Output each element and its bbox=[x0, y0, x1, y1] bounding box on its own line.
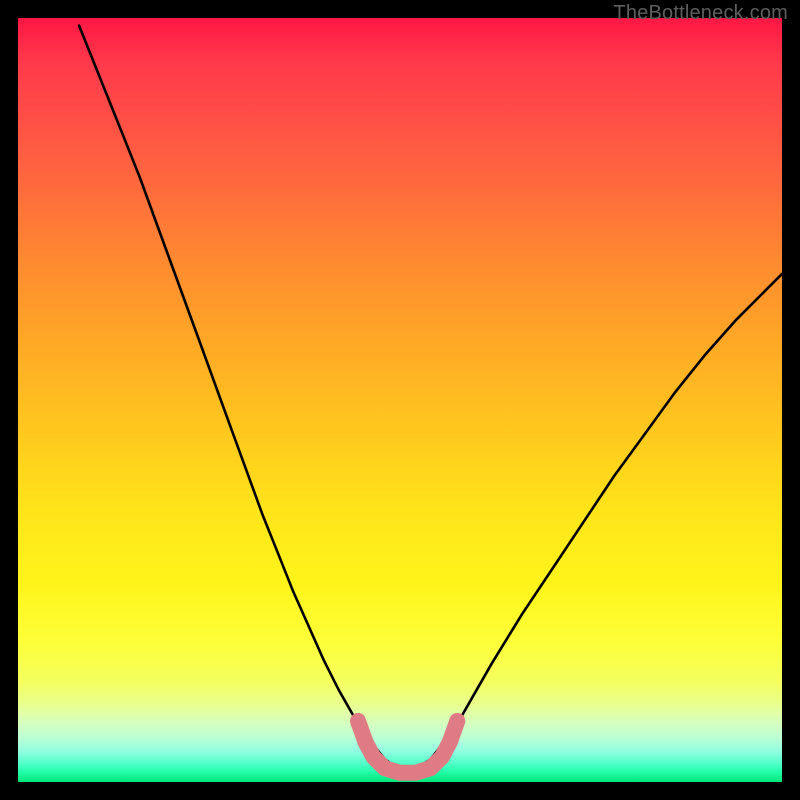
chart-stage: TheBottleneck.com bbox=[0, 0, 800, 800]
bottleneck-curve bbox=[79, 26, 782, 771]
curve-layer bbox=[18, 18, 782, 782]
plot-area bbox=[18, 18, 782, 782]
watermark-label: TheBottleneck.com bbox=[613, 2, 788, 25]
sweet-spot-highlight bbox=[358, 721, 457, 773]
